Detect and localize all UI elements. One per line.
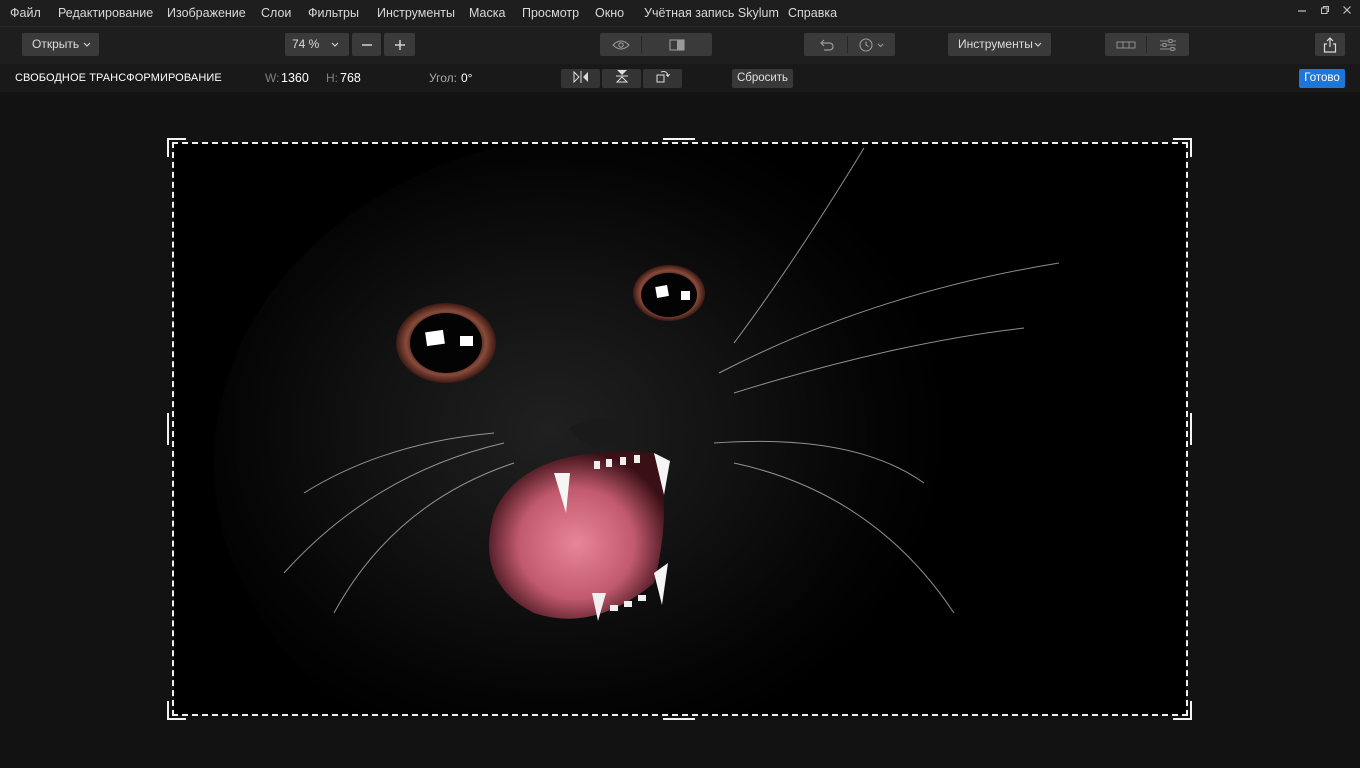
- angle-value[interactable]: 0°: [461, 64, 472, 92]
- flip-vertical-icon: [615, 69, 628, 88]
- menu-view[interactable]: Просмотр: [522, 0, 579, 26]
- menu-edit[interactable]: Редактирование: [58, 0, 153, 26]
- rotate-icon: [656, 69, 670, 88]
- rotate-button[interactable]: [643, 69, 682, 88]
- handle-right[interactable]: [1190, 413, 1192, 445]
- zoom-out-button[interactable]: [352, 33, 381, 56]
- tool-title: СВОБОДНОЕ ТРАНСФОРМИРОВАНИЕ: [15, 72, 222, 84]
- width-label: W:: [265, 71, 280, 85]
- handle-left[interactable]: [167, 413, 169, 445]
- menu-account[interactable]: Учётная запись Skylum: [644, 0, 779, 26]
- history-group: [804, 33, 895, 56]
- flip-vertical-button[interactable]: [602, 69, 641, 88]
- handle-bottom-right[interactable]: [1190, 701, 1192, 720]
- compare-icon[interactable]: [642, 33, 712, 56]
- menu-help[interactable]: Справка: [788, 0, 837, 26]
- reset-button[interactable]: Сбросить: [732, 69, 793, 88]
- chevron-down-icon: [331, 33, 339, 65]
- image-layer[interactable]: [174, 143, 1186, 715]
- menu-window[interactable]: Окно: [595, 0, 624, 26]
- adjustments-icon[interactable]: [1147, 33, 1189, 56]
- layers-icon[interactable]: [1105, 33, 1146, 56]
- close-icon[interactable]: [1336, 0, 1358, 24]
- restore-icon[interactable]: [1314, 0, 1336, 24]
- handle-top-left[interactable]: [167, 138, 169, 157]
- zoom-in-button[interactable]: [384, 33, 415, 56]
- handle-top-right[interactable]: [1190, 138, 1192, 157]
- share-button[interactable]: [1315, 33, 1345, 56]
- chevron-down-icon: [83, 33, 91, 65]
- height-label: H:: [326, 71, 338, 85]
- width-value[interactable]: 1360: [281, 64, 309, 92]
- canvas-area: [0, 92, 1360, 768]
- plus-icon: [384, 33, 415, 56]
- handle-top-left[interactable]: [167, 138, 186, 140]
- eye-icon[interactable]: [600, 33, 641, 56]
- open-button-label: Открыть: [32, 37, 80, 51]
- open-button[interactable]: Открыть: [22, 33, 99, 56]
- panels-group: [1105, 33, 1189, 56]
- zoom-select[interactable]: 74 %: [285, 33, 349, 56]
- transform-options-bar: СВОБОДНОЕ ТРАНСФОРМИРОВАНИЕ W: 1360 H: 7…: [0, 64, 1360, 92]
- flip-horizontal-icon: [573, 70, 589, 88]
- minus-icon: [352, 33, 381, 56]
- height-value[interactable]: 768: [340, 64, 361, 92]
- menu-image[interactable]: Изображение: [167, 0, 246, 26]
- chevron-down-icon: [1034, 33, 1042, 65]
- menu-file[interactable]: Файл: [10, 0, 41, 26]
- share-icon: [1315, 33, 1345, 56]
- menu-bar: Файл Редактирование Изображение Слои Фил…: [0, 0, 1360, 26]
- done-button[interactable]: Готово: [1299, 69, 1345, 88]
- cat-photo: [174, 143, 1186, 715]
- minimize-icon[interactable]: [1291, 0, 1313, 24]
- view-toggle-group: [600, 33, 712, 56]
- menu-mask[interactable]: Маска: [469, 0, 505, 26]
- handle-bottom[interactable]: [663, 718, 695, 720]
- angle-label: Угол:: [429, 71, 457, 85]
- menu-layers[interactable]: Слои: [261, 0, 291, 26]
- main-toolbar: Открыть 74 % Инструменты: [0, 26, 1360, 64]
- tools-dropdown-label: Инструменты: [958, 37, 1033, 51]
- undo-icon[interactable]: [804, 33, 847, 56]
- handle-top[interactable]: [663, 138, 695, 140]
- flip-horizontal-button[interactable]: [561, 69, 600, 88]
- tools-dropdown[interactable]: Инструменты: [948, 33, 1051, 56]
- handle-bottom-left[interactable]: [167, 701, 169, 720]
- menu-tools[interactable]: Инструменты: [377, 0, 455, 26]
- zoom-value: 74 %: [292, 37, 320, 51]
- history-icon[interactable]: [848, 33, 895, 56]
- handle-bottom-left[interactable]: [167, 718, 186, 720]
- menu-filters[interactable]: Фильтры: [308, 0, 359, 26]
